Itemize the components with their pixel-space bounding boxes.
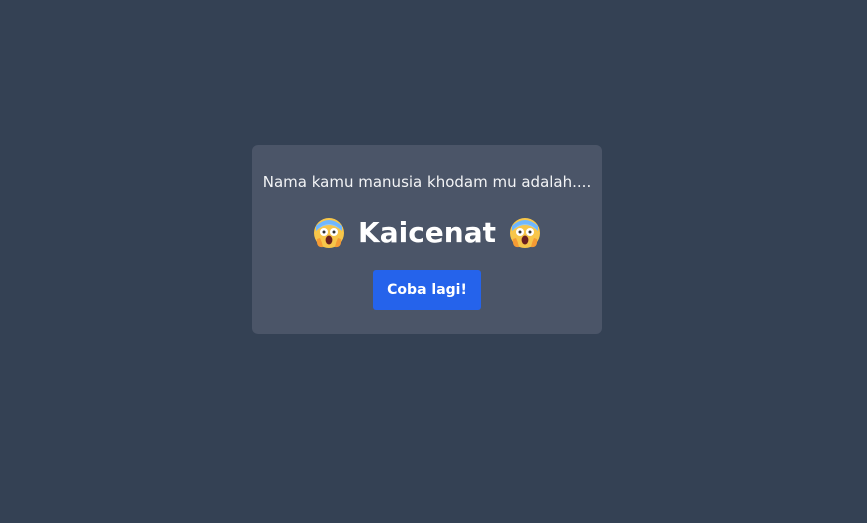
- screaming-face-icon: [508, 216, 542, 250]
- retry-button[interactable]: Coba lagi!: [373, 270, 481, 310]
- khodam-name: Kaicenat: [358, 216, 496, 249]
- result-row: Kaicenat: [252, 215, 602, 251]
- screaming-face-icon: [312, 216, 346, 250]
- result-intro-text: Nama kamu manusia khodam mu adalah....: [262, 173, 592, 191]
- result-card: Nama kamu manusia khodam mu adalah.... K…: [252, 145, 602, 334]
